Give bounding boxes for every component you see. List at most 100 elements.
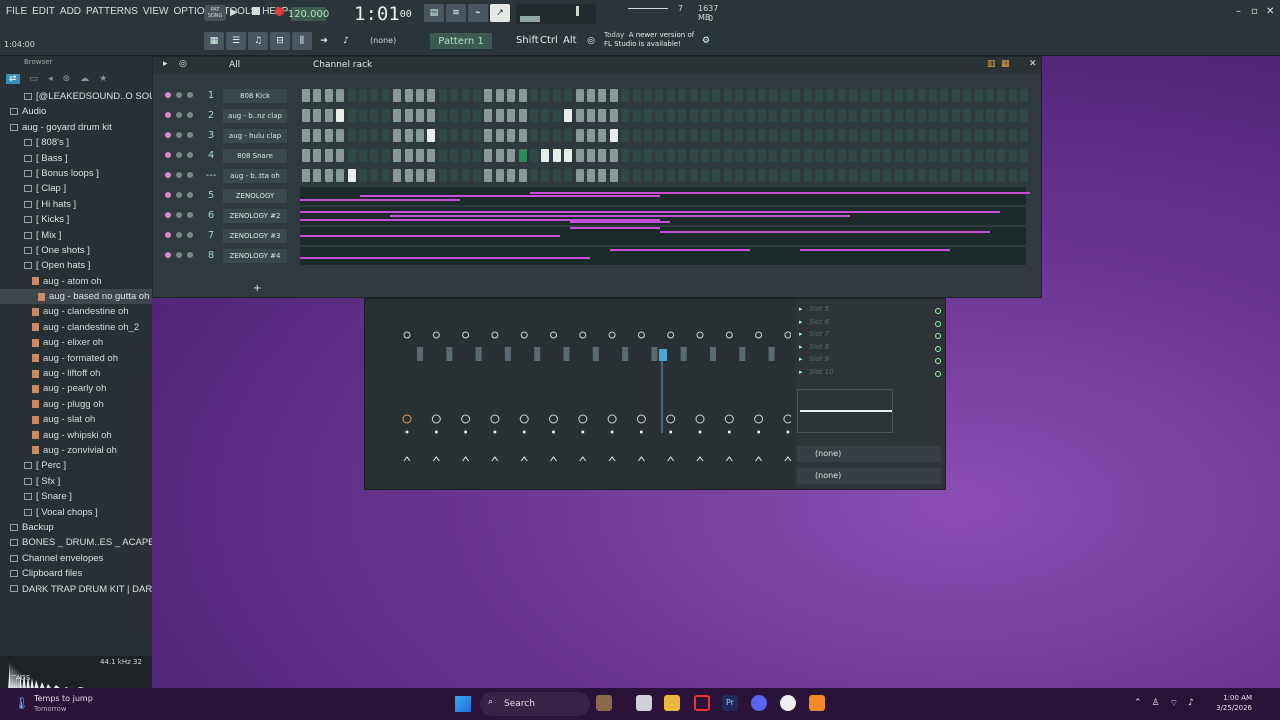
step-button[interactable] <box>347 109 356 122</box>
step-button[interactable] <box>598 129 607 142</box>
browser-file[interactable]: aug - formated oh <box>0 351 152 366</box>
step-button[interactable] <box>872 89 880 102</box>
step-button[interactable] <box>587 109 595 122</box>
solo-icon[interactable] <box>176 152 182 158</box>
step-button[interactable] <box>803 129 812 142</box>
step-button[interactable] <box>815 129 823 142</box>
step-button[interactable] <box>416 149 424 162</box>
step-button[interactable] <box>986 149 994 162</box>
step-button[interactable] <box>746 129 755 142</box>
browser-file[interactable]: aug - clandestine oh_2 <box>0 320 152 335</box>
step-button[interactable] <box>518 149 527 162</box>
step-button[interactable] <box>541 109 550 122</box>
select-icon[interactable] <box>187 252 193 258</box>
step-button[interactable] <box>381 169 390 182</box>
rack-menu-arrow-icon[interactable]: ▸ <box>163 59 168 69</box>
step-button[interactable] <box>564 89 573 102</box>
mixer-track[interactable] <box>724 331 746 462</box>
step-button[interactable] <box>450 149 459 162</box>
step-button[interactable] <box>815 89 823 102</box>
step-button[interactable] <box>678 109 687 122</box>
step-button[interactable] <box>587 149 595 162</box>
mixer-track[interactable] <box>402 331 423 462</box>
step-button[interactable] <box>906 149 915 162</box>
piano-roll-preview[interactable] <box>300 227 1026 245</box>
mixer-track[interactable] <box>666 331 687 462</box>
metronome-icon[interactable]: ▤ <box>424 4 444 22</box>
step-button[interactable] <box>450 129 459 142</box>
browser-file[interactable]: aug - atom oh <box>0 274 152 289</box>
step-button[interactable] <box>1008 109 1017 122</box>
step-button[interactable] <box>712 169 721 182</box>
step-button[interactable] <box>883 129 892 142</box>
step-button[interactable] <box>621 149 630 162</box>
channel-toggles[interactable] <box>165 152 193 158</box>
step-button[interactable] <box>701 129 709 142</box>
channel-row[interactable]: 5 ZENOLOGY <box>161 187 1031 205</box>
step-button[interactable] <box>849 109 858 122</box>
step-button[interactable] <box>951 169 960 182</box>
mixer-track[interactable] <box>549 331 570 462</box>
step-button[interactable] <box>621 109 630 122</box>
step-button[interactable] <box>644 129 652 142</box>
step-button[interactable] <box>1008 149 1017 162</box>
step-button[interactable] <box>381 109 390 122</box>
step-button[interactable] <box>632 149 641 162</box>
rack-swing-icon[interactable]: ◎ <box>179 59 187 69</box>
step-button[interactable] <box>837 169 846 182</box>
step-button[interactable] <box>951 89 960 102</box>
step-button[interactable] <box>780 129 789 142</box>
step-button[interactable] <box>336 109 345 122</box>
step-button[interactable] <box>780 169 789 182</box>
step-button[interactable] <box>689 169 698 182</box>
step-button[interactable] <box>359 89 367 102</box>
step-button[interactable] <box>473 89 481 102</box>
step-button[interactable] <box>336 169 345 182</box>
menu-patterns[interactable]: PATTERNS <box>86 6 138 17</box>
step-button[interactable] <box>894 129 903 142</box>
step-button[interactable] <box>974 89 983 102</box>
channel-name-button[interactable]: ZENOLOGY #2 <box>223 209 287 223</box>
file-explorer-icon[interactable] <box>664 695 680 711</box>
step-button[interactable] <box>986 109 994 122</box>
browser-folder[interactable]: Channel envelopes <box>0 551 152 566</box>
step-button[interactable] <box>495 109 504 122</box>
step-button[interactable] <box>564 109 573 122</box>
tempo-display[interactable]: 120.000 <box>288 7 329 21</box>
step-button[interactable] <box>974 149 983 162</box>
step-button[interactable] <box>438 149 447 162</box>
channel-row[interactable]: 7 ZENOLOGY #3 <box>161 227 1031 245</box>
step-button[interactable] <box>609 149 618 162</box>
step-button[interactable] <box>929 109 937 122</box>
step-button[interactable] <box>735 89 744 102</box>
step-button[interactable] <box>803 89 812 102</box>
step-button[interactable] <box>826 169 835 182</box>
step-button[interactable] <box>438 129 447 142</box>
start-icon[interactable] <box>455 696 471 712</box>
step-button[interactable] <box>837 109 846 122</box>
channel-row[interactable]: 1 808 Kick <box>161 87 1031 105</box>
pattern-selector[interactable]: Pattern 1 <box>430 33 492 49</box>
step-button[interactable] <box>416 129 424 142</box>
step-sequencer[interactable] <box>302 109 1032 123</box>
step-button[interactable] <box>632 169 641 182</box>
step-button[interactable] <box>678 89 687 102</box>
step-button[interactable] <box>986 169 994 182</box>
step-button[interactable] <box>780 149 789 162</box>
step-button[interactable] <box>359 169 367 182</box>
step-button[interactable] <box>598 89 607 102</box>
step-button[interactable] <box>461 149 470 162</box>
step-button[interactable] <box>1008 89 1017 102</box>
step-button[interactable] <box>359 149 367 162</box>
step-button[interactable] <box>473 149 481 162</box>
channel-row[interactable]: 3 aug - hulu clap <box>161 127 1031 145</box>
rack-options-icon[interactable]: ▥ <box>987 59 996 69</box>
channel-row[interactable]: 2 aug - b..nz clap <box>161 107 1031 125</box>
sync-icon[interactable]: ⚙ <box>696 32 716 50</box>
step-button[interactable] <box>917 129 926 142</box>
step-button[interactable] <box>609 129 618 142</box>
step-button[interactable] <box>393 169 402 182</box>
channel-row[interactable]: 8 ZENOLOGY #4 <box>161 247 1031 265</box>
step-button[interactable] <box>336 129 345 142</box>
channel-toggles[interactable] <box>165 192 193 198</box>
